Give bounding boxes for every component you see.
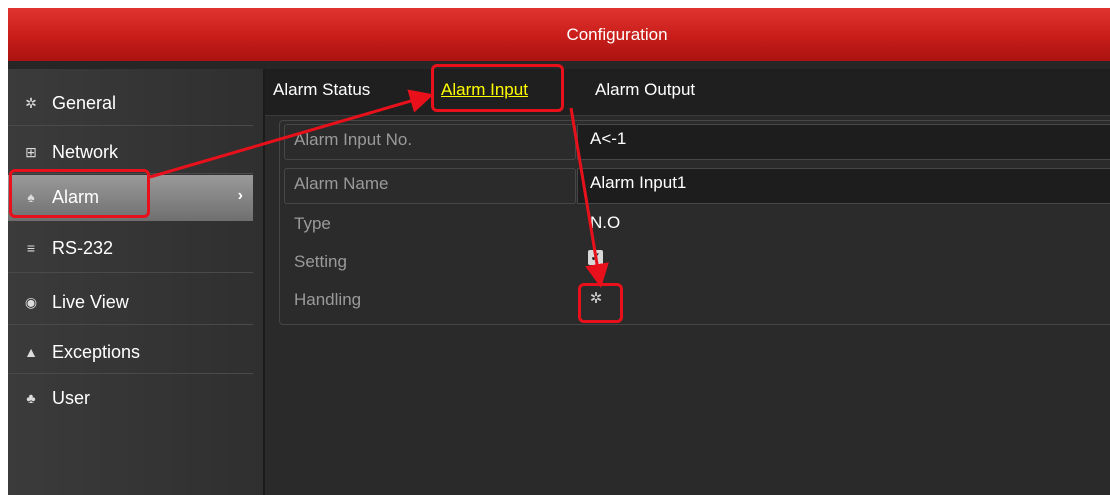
- sidebar-item-general[interactable]: ✲ General: [8, 81, 253, 125]
- warning-icon: ▲: [24, 344, 38, 360]
- title-bar: Configuration: [8, 8, 1110, 61]
- sidebar-item-label: RS-232: [52, 238, 114, 258]
- alarm-input-no-label: Alarm Input No.: [294, 130, 413, 149]
- gear-icon: ✲: [25, 95, 37, 111]
- alarm-name-row: Alarm Name Alarm Input1: [280, 165, 1110, 205]
- alarm-name-value: Alarm Input1: [590, 173, 687, 192]
- highlight-alarm-menu: [9, 169, 150, 218]
- alarm-input-form: Alarm Input No. A<-1 Alarm Name Alarm In…: [279, 120, 1110, 325]
- sidebar-item-live-view[interactable]: ◉ Live View: [8, 280, 253, 324]
- tab-alarm-status[interactable]: Alarm Status: [273, 80, 370, 100]
- alarm-name-label: Alarm Name: [294, 174, 389, 193]
- alarm-input-no-row: Alarm Input No. A<-1: [280, 121, 1110, 161]
- sidebar-item-label: User: [52, 388, 91, 408]
- setting-checkbox[interactable]: ✓: [588, 250, 603, 265]
- sidebar-item-label: General: [52, 93, 117, 113]
- eye-icon: ◉: [24, 294, 38, 310]
- window-title: Configuration: [566, 25, 668, 44]
- handling-row: Handling: [280, 281, 1110, 321]
- serial-port-icon: ≡: [26, 240, 36, 256]
- handling-label: Handling: [294, 290, 362, 309]
- sidebar-item-network[interactable]: ⊞ Network: [8, 130, 253, 174]
- setting-label: Setting: [294, 252, 347, 271]
- tab-alarm-output[interactable]: Alarm Output: [595, 80, 695, 100]
- highlight-handling-gear: [578, 283, 623, 323]
- sidebar-divider: [8, 324, 253, 325]
- setting-row: Setting: [280, 243, 1110, 283]
- sidebar-divider: [8, 125, 253, 126]
- type-value[interactable]: N.O: [590, 213, 620, 233]
- sidebar-item-rs232[interactable]: ≡ RS-232: [8, 226, 253, 270]
- alarm-input-no-field[interactable]: [577, 124, 1110, 160]
- type-label: Type: [294, 214, 331, 233]
- tab-bar: Alarm Status Alarm Input Alarm Output: [265, 69, 1110, 116]
- sidebar-divider: [8, 272, 253, 273]
- network-icon: ⊞: [25, 144, 37, 160]
- sidebar-item-exceptions[interactable]: ▲ Exceptions: [8, 330, 253, 374]
- sidebar-item-label: Exceptions: [52, 342, 141, 362]
- chevron-right-icon: ›: [237, 187, 243, 204]
- alarm-input-no-value: A<-1: [590, 129, 627, 148]
- highlight-alarm-input-tab: [431, 64, 564, 112]
- users-icon: ♣: [26, 390, 36, 406]
- sidebar-item-user[interactable]: ♣ User: [8, 376, 253, 420]
- type-row: Type N.O: [280, 205, 1110, 245]
- sidebar: ✲ General ⊞ Network ♠ Alarm › ≡ RS-232 ◉…: [8, 69, 265, 495]
- sidebar-item-label: Live View: [52, 292, 129, 312]
- main-panel: Alarm Status Alarm Input Alarm Output Al…: [265, 69, 1110, 495]
- sidebar-divider: [8, 373, 253, 374]
- sidebar-item-label: Network: [52, 142, 119, 162]
